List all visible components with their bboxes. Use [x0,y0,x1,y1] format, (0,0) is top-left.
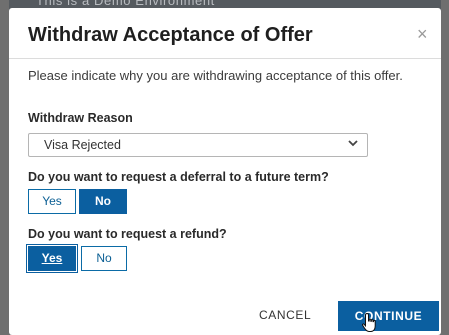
withdraw-reason-label: Withdraw Reason [28,111,133,125]
chevron-down-icon [348,140,358,147]
backdrop-left-edge [0,0,9,335]
header-divider [9,58,441,59]
refund-no-button[interactable]: No [81,246,127,271]
modal-intro-text: Please indicate why you are withdrawing … [28,68,403,83]
continue-button[interactable]: CONTINUE [338,301,439,331]
deferral-no-button[interactable]: No [79,189,127,214]
withdraw-reason-select[interactable]: Visa Rejected [28,133,368,157]
hand-pointer-icon [361,312,376,332]
backdrop-right-edge [441,0,449,335]
withdraw-reason-value: Visa Rejected [44,138,121,152]
refund-yes-button[interactable]: Yes [26,244,78,273]
withdraw-modal: Withdraw Acceptance of Offer × Please in… [9,8,441,335]
modal-title: Withdraw Acceptance of Offer [28,24,313,46]
backdrop-heading: This is a Demo Environment [36,0,215,8]
deferral-question: Do you want to request a deferral to a f… [28,170,329,184]
deferral-yes-button[interactable]: Yes [28,189,76,214]
close-icon[interactable]: × [417,24,428,44]
refund-question: Do you want to request a refund? [28,227,227,241]
cancel-button[interactable]: CANCEL [259,308,311,322]
